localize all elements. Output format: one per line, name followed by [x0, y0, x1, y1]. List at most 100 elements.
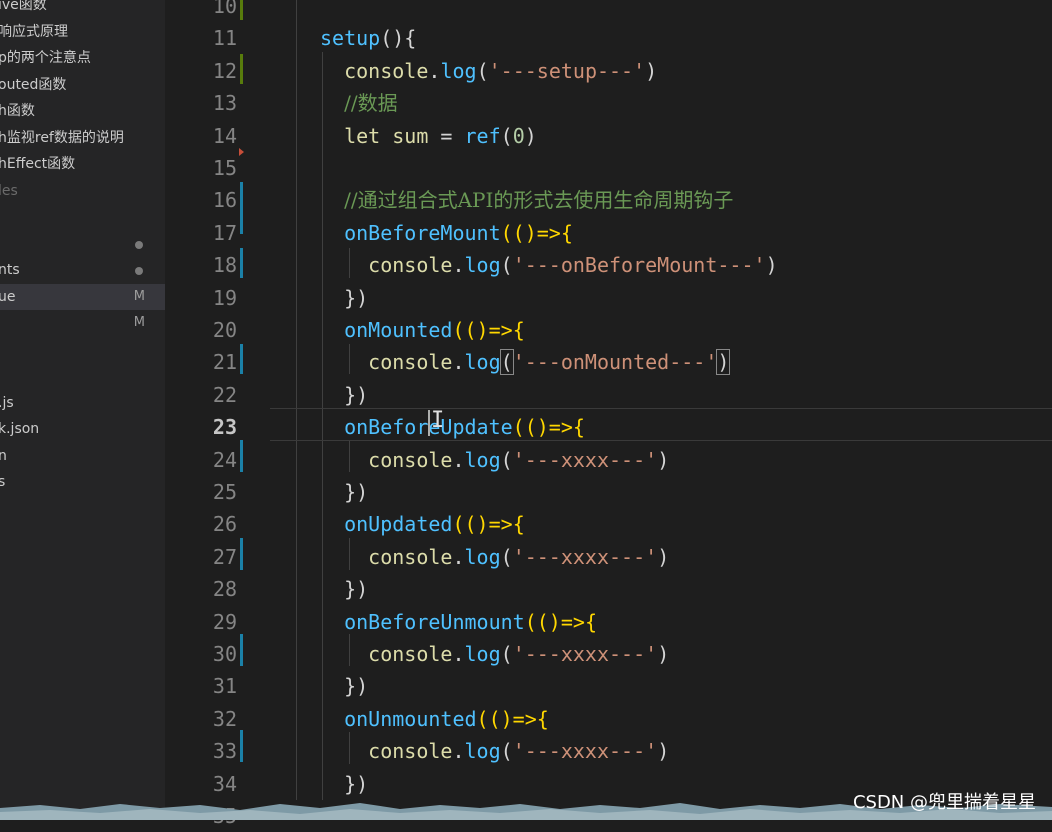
explorer-item[interactable]: h函数	[0, 98, 165, 124]
line-number: 29	[212, 609, 237, 634]
code-token: '---xxxx---'	[512, 642, 658, 666]
line-number-gutter: 10 11 12 13 14 15 16 17 18 19 20 21 22 23 24 25 26 27 28 29…	[165, 0, 245, 828]
line-number: 17	[212, 220, 237, 245]
code-token: =>	[488, 512, 513, 537]
code-line[interactable]: onMounted(()=>{	[320, 314, 525, 346]
explorer-item-label: 响应式原理	[0, 23, 68, 40]
code-line[interactable]: console.log('---xxxx---')	[320, 735, 669, 767]
line-number: 28	[212, 577, 237, 602]
code-line[interactable]: let sum = ref(0)	[320, 120, 537, 152]
explorer-item[interactable]	[0, 204, 165, 230]
code-token: console	[368, 544, 453, 569]
explorer-item[interactable]: 响应式原理	[0, 19, 165, 45]
explorer-item-label: hEffect函数	[0, 156, 76, 172]
explorer-item[interactable]: outed函数	[0, 72, 165, 98]
code-line[interactable]: })	[320, 670, 368, 702]
code-line[interactable]: //通过组合式API的形式去使用生命周期钩子	[320, 184, 733, 216]
line-number: 22	[212, 382, 237, 407]
code-token: })	[344, 577, 369, 602]
code-line[interactable]: console.log('---setup---')	[320, 55, 657, 87]
code-token: '---xxxx---'	[512, 739, 658, 764]
code-line[interactable]: console.log('---onMounted---')	[320, 346, 731, 378]
explorer-item[interactable]: k.json	[0, 416, 165, 442]
code-token: =>	[488, 318, 513, 342]
explorer-item[interactable]: nts	[0, 257, 165, 283]
code-token: .	[452, 739, 465, 764]
code-token: {	[512, 512, 525, 537]
explorer-item-label: les	[0, 182, 18, 199]
code-line[interactable]: console.log('---xxxx---')	[320, 541, 669, 573]
line-number: 27	[212, 544, 237, 569]
csdn-watermark: CSDN @兜里揣着星星	[852, 792, 1036, 813]
explorer-item[interactable]: n	[0, 443, 165, 469]
explorer-item[interactable]	[0, 363, 165, 389]
explorer-sidebar: ive函数响应式原理 p的两个注意点 outed函数 h函数 h监视ref数据的说明 hE…	[0, 0, 165, 820]
explorer-item[interactable]: les	[0, 178, 165, 204]
explorer-item[interactable]: .js	[0, 390, 165, 416]
explorer-item[interactable]: ue M	[0, 283, 165, 310]
code-token: '---onBeforeMount---'	[512, 253, 766, 278]
code-token: (	[499, 349, 514, 376]
line-number: 32	[212, 706, 237, 731]
git-modified-indicator	[240, 182, 243, 234]
code-token: (()	[500, 220, 537, 245]
explorer-item[interactable]: hEffect函数	[0, 151, 165, 177]
code-line[interactable]: })	[320, 379, 368, 411]
code-line[interactable]: console.log('---xxxx---')	[320, 638, 669, 670]
ibeam-cursor-icon: I	[431, 408, 445, 433]
code-token: )	[657, 739, 670, 764]
explorer-item[interactable]: ive函数	[0, 0, 165, 18]
git-deleted-indicator	[239, 148, 244, 156]
code-token: console	[368, 253, 453, 278]
line-number: 18	[212, 253, 237, 278]
code-token: let	[344, 123, 381, 148]
explorer-item[interactable]: h监视ref数据的说明	[0, 125, 165, 151]
code-line[interactable]: })	[320, 282, 368, 314]
indent-guide	[296, 0, 297, 800]
explorer-item[interactable]	[0, 337, 165, 363]
line-number: 33	[212, 739, 237, 764]
explorer-item-label: outed函数	[0, 76, 67, 93]
code-token: '---xxxx---'	[512, 447, 658, 472]
code-token: =>	[560, 609, 585, 634]
code-token: {	[584, 609, 597, 634]
code-token: (	[500, 123, 513, 148]
line-number: 24	[212, 447, 237, 472]
code-token: })	[344, 382, 369, 407]
code-token: console	[368, 350, 453, 375]
code-line[interactable]: console.log('---onBeforeMount---')	[320, 249, 777, 281]
explorer-item[interactable]: s	[0, 469, 165, 495]
code-line[interactable]: setup(){	[320, 22, 416, 54]
code-token: '---xxxx---'	[512, 544, 658, 569]
code-line[interactable]: //数据	[320, 87, 397, 119]
code-line[interactable]: })	[320, 573, 368, 605]
code-line[interactable]: })	[320, 768, 368, 800]
code-line[interactable]: onUpdated(()=>{	[320, 508, 525, 540]
explorer-item-label: k.json	[0, 421, 40, 437]
code-line[interactable]: onBeforeUnmount(()=>{	[320, 606, 597, 638]
git-modified-indicator	[240, 344, 243, 374]
git-status-badge: M	[133, 288, 145, 304]
line-number: 19	[212, 285, 237, 310]
modified-dot-icon	[135, 267, 143, 275]
code-token: sum	[392, 123, 429, 148]
explorer-item[interactable]: M	[0, 310, 165, 336]
code-line[interactable]: onUnmounted(()=>{	[320, 703, 549, 735]
code-token: console	[368, 447, 453, 472]
line-number: 20	[212, 318, 237, 342]
code-line[interactable]: })	[320, 476, 368, 508]
code-token: .	[452, 642, 465, 666]
explorer-item[interactable]	[0, 231, 165, 257]
code-line[interactable]: onBeforeUpdate(()=>{	[320, 411, 585, 443]
line-number: 23	[212, 415, 237, 440]
code-token: (	[500, 447, 513, 472]
code-line[interactable]: onBeforeMount(()=>{	[320, 217, 573, 249]
code-line[interactable]: console.log('---xxxx---')	[320, 444, 669, 476]
explorer-item[interactable]: p的两个注意点	[0, 45, 165, 71]
